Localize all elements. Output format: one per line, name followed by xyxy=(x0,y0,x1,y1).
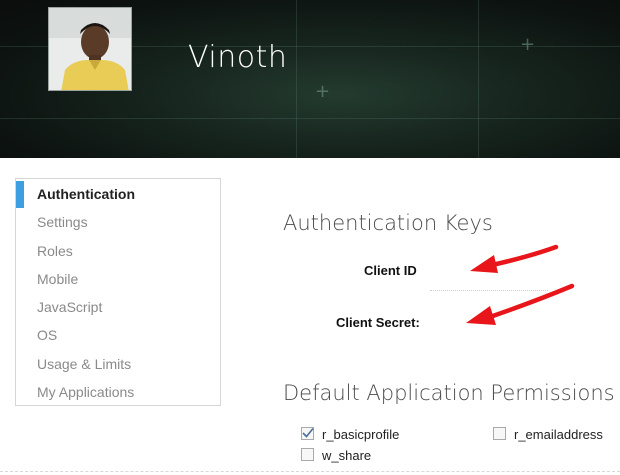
permission-w-share[interactable]: w_share xyxy=(301,448,371,464)
checkbox-checked[interactable] xyxy=(301,427,314,440)
sidebar-item-settings[interactable]: Settings xyxy=(37,212,88,232)
auth-keys-heading: Authentication Keys xyxy=(283,211,493,235)
checkmark-icon xyxy=(302,427,314,438)
client-secret-label: Client Secret: xyxy=(336,315,420,330)
sidebar-item-authentication[interactable]: Authentication xyxy=(37,184,135,204)
banner-gridline xyxy=(0,118,620,119)
sidebar-item-my-applications[interactable]: My Applications xyxy=(37,382,134,402)
avatar[interactable] xyxy=(48,7,132,91)
permission-label: w_share xyxy=(322,448,372,463)
checkbox-unchecked[interactable] xyxy=(493,427,506,440)
permission-label: r_emailaddress xyxy=(514,427,603,442)
sidebar-item-mobile[interactable]: Mobile xyxy=(37,269,78,289)
banner-plus-icon: + xyxy=(520,34,536,55)
sidebar-item-os[interactable]: OS xyxy=(37,325,57,345)
permissions-heading: Default Application Permissions xyxy=(283,381,615,405)
profile-banner: + + Vinoth xyxy=(0,0,620,158)
banner-gridline xyxy=(296,0,297,158)
red-pointer-arrow-icon xyxy=(470,244,559,273)
permission-label: r_basicprofile xyxy=(322,427,400,442)
person-photo-icon xyxy=(49,8,131,90)
permission-r-emailaddress[interactable]: r_emailaddress xyxy=(493,427,603,443)
permission-r-basicprofile[interactable]: r_basicprofile xyxy=(301,427,399,443)
banner-plus-icon: + xyxy=(315,81,331,102)
page-bottom-divider xyxy=(0,471,620,472)
profile-name: Vinoth xyxy=(188,40,288,75)
sidebar-item-javascript[interactable]: JavaScript xyxy=(37,297,102,317)
sidebar-item-usage-limits[interactable]: Usage & Limits xyxy=(37,354,131,374)
checkbox-unchecked[interactable] xyxy=(301,448,314,461)
sidebar-nav: Authentication Settings Roles Mobile Jav… xyxy=(15,178,221,406)
client-id-label: Client ID xyxy=(364,263,417,278)
sidebar-item-roles[interactable]: Roles xyxy=(37,241,73,261)
active-indicator xyxy=(16,181,24,208)
banner-gridline xyxy=(478,0,479,158)
red-pointer-arrow-icon xyxy=(466,283,575,325)
